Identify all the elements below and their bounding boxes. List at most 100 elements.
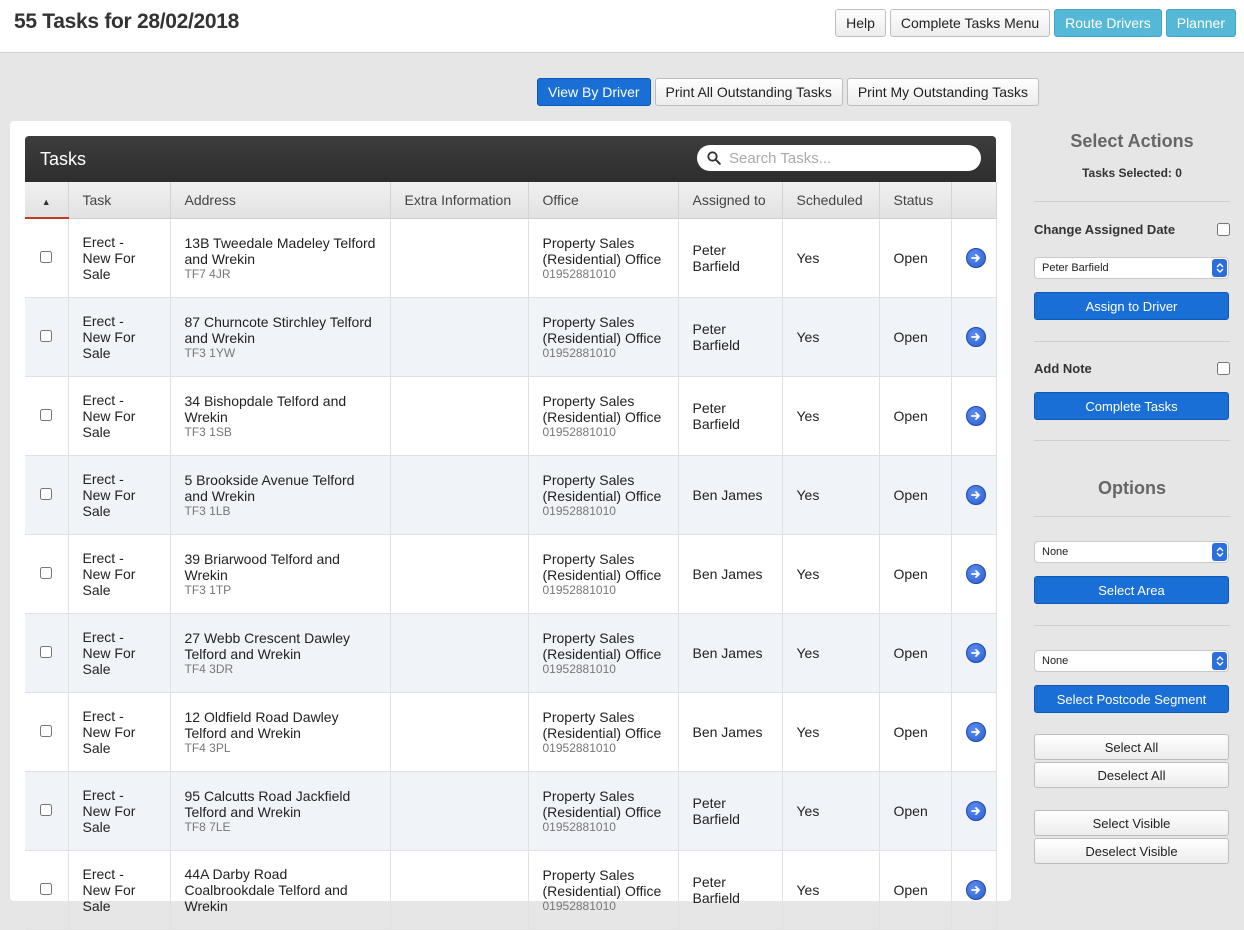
header-task[interactable]: Task xyxy=(68,182,171,219)
assign-to-driver-button[interactable]: Assign to Driver xyxy=(1034,292,1229,320)
select-visible-button[interactable]: Select Visible xyxy=(1034,810,1229,836)
divider xyxy=(1034,516,1230,517)
view-button-group: View By Driver Print All Outstanding Tas… xyxy=(537,78,1039,106)
add-note-checkbox[interactable] xyxy=(1217,362,1230,375)
help-button[interactable]: Help xyxy=(835,9,886,37)
postcode-select[interactable]: None xyxy=(1034,650,1229,672)
print-all-outstanding-button[interactable]: Print All Outstanding Tasks xyxy=(654,78,843,106)
assigned-cell: Peter Barfield xyxy=(678,376,783,456)
arrow-right-icon[interactable] xyxy=(965,563,986,584)
office-phone: 01952881010 xyxy=(542,819,616,834)
top-bar: 55 Tasks for 28/02/2018 Help Complete Ta… xyxy=(0,0,1244,53)
deselect-all-button[interactable]: Deselect All xyxy=(1034,762,1229,788)
arrow-right-icon[interactable] xyxy=(965,326,986,347)
row-checkbox[interactable] xyxy=(40,250,53,263)
office-text: Property Sales (Residential) Office xyxy=(542,550,662,583)
route-drivers-button[interactable]: Route Drivers xyxy=(1054,9,1162,37)
table-row[interactable]: Erect - New For Sale 5 Brookside Avenue T… xyxy=(25,455,997,535)
arrow-right-icon[interactable] xyxy=(965,642,986,663)
table-row[interactable]: Erect - New For Sale 34 Bishopdale Telfor… xyxy=(25,376,997,456)
scheduled-cell: Yes xyxy=(782,771,880,851)
postcode-text: TF4 3PL xyxy=(184,740,231,755)
table-row[interactable]: Erect - New For Sale 27 Webb Crescent Daw… xyxy=(25,613,997,693)
row-checkbox[interactable] xyxy=(40,724,53,737)
driver-select[interactable]: Peter Barfield xyxy=(1034,257,1229,279)
header-office[interactable]: Office xyxy=(528,182,679,219)
header-assigned-to[interactable]: Assigned to xyxy=(678,182,783,219)
row-checkbox[interactable] xyxy=(40,329,53,342)
search-input[interactable] xyxy=(727,148,967,168)
arrow-right-icon[interactable] xyxy=(965,247,986,268)
options-heading: Options xyxy=(1098,478,1166,498)
address-text: 12 Oldfield Road Dawley Telford and Wrek… xyxy=(184,708,339,741)
row-checkbox[interactable] xyxy=(40,645,53,658)
extra-information-cell xyxy=(390,613,529,693)
table-row[interactable]: Erect - New For Sale 13B Tweedale Madeley… xyxy=(25,218,997,298)
header-status[interactable]: Status xyxy=(879,182,952,219)
arrow-right-icon[interactable] xyxy=(965,879,986,900)
extra-information-cell xyxy=(390,692,529,772)
divider xyxy=(1034,201,1230,202)
area-select[interactable]: None xyxy=(1034,541,1229,563)
change-assigned-date-checkbox[interactable] xyxy=(1217,223,1230,236)
office-cell: Property Sales (Residential) Office 01952… xyxy=(528,297,679,377)
task-cell: Erect - New For Sale xyxy=(68,376,171,456)
complete-tasks-button[interactable]: Complete Tasks xyxy=(1034,392,1229,420)
extra-information-cell xyxy=(390,534,529,614)
add-note-label: Add Note xyxy=(1034,361,1092,376)
arrow-right-icon[interactable] xyxy=(965,484,986,505)
arrow-right-icon[interactable] xyxy=(965,800,986,821)
row-action-cell xyxy=(951,850,997,930)
postcode-select-value: None xyxy=(1042,655,1069,667)
table-row[interactable]: Erect - New For Sale 87 Churncote Stirchl… xyxy=(25,297,997,377)
assigned-cell: Peter Barfield xyxy=(678,218,783,298)
postcode-text: TF8 7LE xyxy=(184,819,231,834)
planner-button[interactable]: Planner xyxy=(1165,9,1236,37)
status-cell: Open xyxy=(879,218,952,298)
status-cell: Open xyxy=(879,534,952,614)
sort-column-header[interactable]: ▲ xyxy=(25,182,69,219)
row-checkbox[interactable] xyxy=(40,408,53,421)
header-address[interactable]: Address xyxy=(170,182,391,219)
address-text: 44A Darby Road Coalbrookdale Telford and… xyxy=(184,865,348,914)
view-by-driver-button[interactable]: View By Driver xyxy=(537,78,651,106)
row-checkbox-cell xyxy=(25,297,69,377)
task-cell: Erect - New For Sale xyxy=(68,613,171,693)
table-row[interactable]: Erect - New For Sale 39 Briarwood Telford… xyxy=(25,534,997,614)
postcode-text: TF7 4JR xyxy=(184,266,231,281)
row-checkbox-cell xyxy=(25,850,69,930)
arrow-right-icon[interactable] xyxy=(965,721,986,742)
office-text: Property Sales (Residential) Office xyxy=(542,629,662,662)
select-postcode-segment-button[interactable]: Select Postcode Segment xyxy=(1034,685,1229,713)
arrow-right-icon[interactable] xyxy=(965,405,986,426)
select-area-button[interactable]: Select Area xyxy=(1034,576,1229,604)
postcode-text: TF3 1TP xyxy=(184,582,232,597)
scheduled-cell: Yes xyxy=(782,376,880,456)
select-all-button[interactable]: Select All xyxy=(1034,734,1229,760)
row-checkbox[interactable] xyxy=(40,803,53,816)
row-action-cell xyxy=(951,692,997,772)
select-caret-icon xyxy=(1212,543,1227,561)
tasks-header: Tasks xyxy=(25,136,996,182)
extra-information-cell xyxy=(390,771,529,851)
complete-tasks-menu-button[interactable]: Complete Tasks Menu xyxy=(889,9,1051,37)
table-row[interactable]: Erect - New For Sale 12 Oldfield Road Daw… xyxy=(25,692,997,772)
deselect-visible-button[interactable]: Deselect Visible xyxy=(1034,838,1229,864)
header-extra-information[interactable]: Extra Information xyxy=(390,182,529,219)
row-checkbox[interactable] xyxy=(40,882,53,895)
row-checkbox[interactable] xyxy=(40,487,53,500)
office-cell: Property Sales (Residential) Office 01952… xyxy=(528,613,679,693)
row-checkbox-cell xyxy=(25,692,69,772)
select-caret-icon xyxy=(1212,652,1227,670)
table-row[interactable]: Erect - New For Sale 95 Calcutts Road Jac… xyxy=(25,771,997,851)
status-cell: Open xyxy=(879,376,952,456)
office-cell: Property Sales (Residential) Office 01952… xyxy=(528,455,679,535)
add-note-row: Add Note xyxy=(1034,361,1230,376)
office-text: Property Sales (Residential) Office xyxy=(542,313,662,346)
print-my-outstanding-button[interactable]: Print My Outstanding Tasks xyxy=(846,78,1039,106)
row-checkbox[interactable] xyxy=(40,566,53,579)
table-row[interactable]: Erect - New For Sale 44A Darby Road Coalb… xyxy=(25,850,997,930)
address-cell: 39 Briarwood Telford and Wrekin TF3 1TP xyxy=(170,534,391,614)
header-scheduled[interactable]: Scheduled xyxy=(782,182,880,219)
office-cell: Property Sales (Residential) Office 01952… xyxy=(528,850,679,930)
